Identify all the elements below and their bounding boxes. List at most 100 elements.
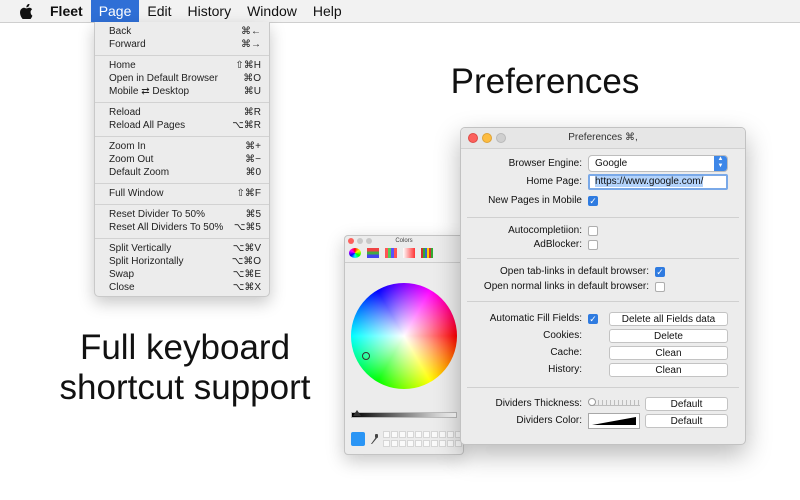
- preferences-headline: Preferences: [450, 62, 640, 101]
- favorites-swatch-grid: [383, 431, 462, 447]
- history-label: History:: [548, 364, 582, 375]
- browser-engine-label: Browser Engine:: [508, 158, 582, 169]
- preferences-titlebar: Preferences ⌘,: [461, 128, 745, 149]
- cache-label: Cache:: [550, 347, 582, 358]
- sliders-tab-icon[interactable]: [367, 248, 379, 258]
- apple-logo-icon[interactable]: [16, 3, 36, 19]
- selected-color-swatch[interactable]: [351, 432, 365, 446]
- favorite-swatch-slot[interactable]: [407, 439, 414, 447]
- autocompletion-label: Autocompletiion:: [508, 225, 582, 236]
- menu-item-home[interactable]: Home ⇧⌘H: [109, 59, 261, 72]
- color-wheel-cursor[interactable]: [362, 352, 370, 360]
- menu-item-zoom-in[interactable]: Zoom In ⌘+: [109, 140, 261, 153]
- favorite-swatch-slot[interactable]: [407, 431, 414, 438]
- menu-item-forward[interactable]: Forward ⌘→: [109, 38, 261, 51]
- auto-fill-checkbox[interactable]: ✓: [588, 314, 598, 324]
- home-page-input[interactable]: https://www.google.com/: [588, 174, 728, 190]
- adblocker-label: AdBlocker:: [533, 239, 582, 250]
- favorite-swatch-slot[interactable]: [423, 431, 430, 438]
- checkmark-icon: ✓: [589, 196, 597, 206]
- favorite-swatch-slot[interactable]: [391, 439, 398, 447]
- checkmark-icon: ✓: [589, 314, 597, 324]
- browser-engine-select[interactable]: Google ▲ ▼: [588, 155, 728, 172]
- colors-panel: Colors: [344, 235, 464, 455]
- open-tab-links-checkbox[interactable]: ✓: [655, 267, 665, 277]
- menu-window[interactable]: Window: [239, 0, 305, 22]
- dividers-color-label: Dividers Color:: [516, 415, 582, 426]
- section-divider: [467, 301, 739, 302]
- favorite-swatch-slot[interactable]: [431, 431, 438, 438]
- favorite-swatch-slot[interactable]: [447, 431, 454, 438]
- eyedropper-icon[interactable]: [369, 432, 379, 446]
- favorite-swatch-slot[interactable]: [383, 431, 390, 438]
- menu-history[interactable]: History: [180, 0, 240, 22]
- favorite-swatch-slot[interactable]: [415, 431, 422, 438]
- colors-titlebar: Colors: [345, 236, 463, 246]
- menu-item-split-horizontally[interactable]: Split Horizontally ⌥⌘O: [109, 255, 261, 268]
- menu-item-default-zoom[interactable]: Default Zoom ⌘0: [109, 166, 261, 179]
- preferences-title: Preferences ⌘,: [568, 132, 638, 143]
- menu-item-open-default-browser[interactable]: Open in Default Browser ⌘O: [109, 72, 261, 85]
- dividers-thickness-slider[interactable]: [590, 400, 640, 406]
- menu-separator: [95, 102, 269, 103]
- preferences-window: Preferences ⌘, Browser Engine: Google ▲ ▼…: [460, 127, 746, 445]
- menu-item-reload-all[interactable]: Reload All Pages ⌥⌘R: [109, 119, 261, 132]
- menu-item-reset-divider[interactable]: Reset Divider To 50% ⌘5: [109, 208, 261, 221]
- favorite-swatch-slot[interactable]: [383, 439, 390, 447]
- menu-item-close[interactable]: Close ⌥⌘X: [109, 281, 261, 294]
- cookies-delete-button[interactable]: Delete: [609, 329, 728, 343]
- open-normal-links-label: Open normal links in default browser:: [483, 281, 649, 292]
- color-wheel[interactable]: [351, 283, 457, 389]
- menu-page[interactable]: Page: [90, 0, 140, 22]
- favorite-swatch-slot[interactable]: [447, 439, 454, 447]
- menu-edit[interactable]: Edit: [139, 0, 179, 22]
- keyboard-headline: Full keyboard shortcut support: [40, 328, 330, 408]
- open-normal-links-checkbox[interactable]: [655, 282, 665, 292]
- dividers-thickness-default-button[interactable]: Default: [645, 397, 728, 411]
- brightness-slider[interactable]: [351, 412, 457, 418]
- favorite-swatch-slot[interactable]: [399, 439, 406, 447]
- favorite-swatch-slot[interactable]: [431, 439, 438, 447]
- favorite-swatch-slot[interactable]: [439, 439, 446, 447]
- autocompletion-checkbox[interactable]: [588, 226, 598, 236]
- menu-item-swap[interactable]: Swap ⌥⌘E: [109, 268, 261, 281]
- open-tab-links-label: Open tab-links in default browser:: [500, 266, 649, 277]
- dividers-color-default-button[interactable]: Default: [645, 414, 728, 428]
- toolbar-divider: [345, 262, 463, 263]
- palettes-tab-icon[interactable]: [385, 248, 397, 258]
- history-clean-button[interactable]: Clean: [609, 363, 728, 377]
- menu-separator: [95, 136, 269, 137]
- section-divider: [467, 217, 739, 218]
- chevron-updown-icon: ▲ ▼: [714, 156, 727, 171]
- delete-fields-button[interactable]: Delete all Fields data: [609, 312, 728, 326]
- dividers-thickness-knob[interactable]: [588, 398, 596, 406]
- menu-separator: [95, 204, 269, 205]
- image-palettes-tab-icon[interactable]: [403, 248, 415, 258]
- favorite-swatch-slot[interactable]: [439, 431, 446, 438]
- favorite-swatch-slot[interactable]: [423, 439, 430, 447]
- favorite-swatch-slot[interactable]: [391, 431, 398, 438]
- adblocker-checkbox[interactable]: [588, 240, 598, 250]
- menu-item-back[interactable]: Back ⌘←: [109, 25, 261, 38]
- menu-item-full-window[interactable]: Full Window ⇧⌘F: [109, 187, 261, 200]
- pencils-tab-icon[interactable]: [421, 248, 433, 258]
- color-wheel-tab-icon[interactable]: [349, 248, 361, 258]
- menu-item-mobile-desktop[interactable]: Mobile ⇄ Desktop ⌘U: [109, 85, 261, 98]
- menu-item-split-vertically[interactable]: Split Vertically ⌥⌘V: [109, 242, 261, 255]
- new-pages-mobile-label: New Pages in Mobile: [488, 195, 582, 206]
- favorite-swatch-slot[interactable]: [415, 439, 422, 447]
- menu-help[interactable]: Help: [305, 0, 350, 22]
- dividers-color-well[interactable]: [588, 413, 640, 429]
- cookies-label: Cookies:: [543, 330, 582, 341]
- new-pages-mobile-checkbox[interactable]: ✓: [588, 196, 598, 206]
- brightness-slider-knob[interactable]: [353, 410, 361, 416]
- menu-item-zoom-out[interactable]: Zoom Out ⌘−: [109, 153, 261, 166]
- app-menu-fleet[interactable]: Fleet: [42, 0, 91, 22]
- menu-item-reload[interactable]: Reload ⌘R: [109, 106, 261, 119]
- checkmark-icon: ✓: [656, 267, 664, 277]
- cache-clean-button[interactable]: Clean: [609, 346, 728, 360]
- menu-item-reset-all-dividers[interactable]: Reset All Dividers To 50% ⌥⌘5: [109, 221, 261, 234]
- page-menu-dropdown: Back ⌘← Forward ⌘→ Home ⇧⌘H Open in Default…: [94, 22, 270, 297]
- dividers-thickness-label: Dividers Thickness:: [495, 398, 582, 409]
- favorite-swatch-slot[interactable]: [399, 431, 406, 438]
